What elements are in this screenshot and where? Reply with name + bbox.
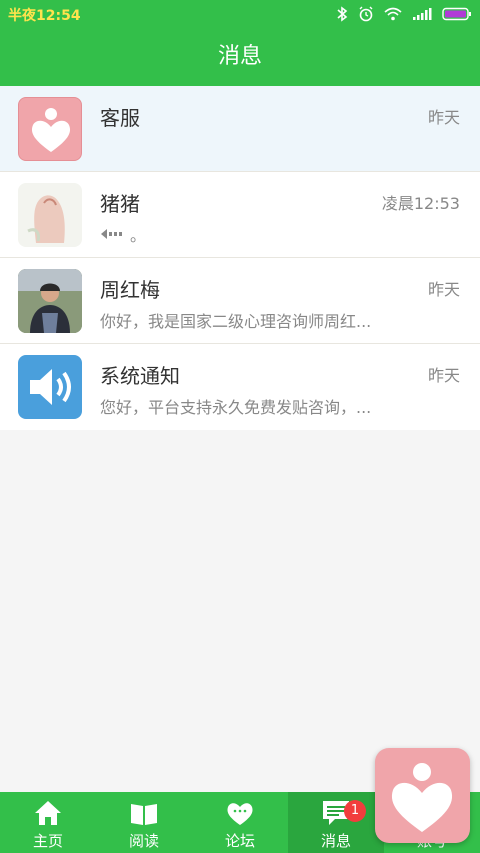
home-icon — [35, 801, 61, 825]
heart-logo-icon — [18, 97, 82, 161]
sketch-avatar — [18, 183, 82, 247]
message-name: 系统通知 — [100, 364, 180, 388]
message-item-kefu[interactable]: 客服 昨天 — [0, 86, 480, 172]
message-item-system[interactable]: 系统通知 昨天 您好，平台支持永久免费发贴咨询，... — [0, 344, 480, 430]
alarm-icon — [359, 6, 373, 22]
message-time: 昨天 — [427, 108, 460, 127]
message-item-zhuzhu[interactable]: 猪猪 凌晨12:53 。 — [0, 172, 480, 258]
message-name: 周红梅 — [100, 278, 160, 302]
message-name: 猪猪 — [100, 192, 140, 216]
tab-label: 消息 — [320, 832, 351, 850]
message-list: 客服 昨天 猪猪 凌晨12:53 。 周红梅 昨天 你好，我是国家二级心理咨询师… — [0, 86, 480, 430]
speaker-icon — [18, 355, 82, 419]
page-title: 消息 — [0, 28, 480, 86]
wifi-icon — [384, 7, 402, 21]
tab-label: 主页 — [32, 832, 63, 850]
status-icons — [336, 4, 472, 24]
signal-icon — [413, 8, 432, 20]
book-icon — [131, 804, 157, 825]
tab-read[interactable]: 阅读 — [96, 792, 192, 853]
voice-message-icon — [101, 229, 122, 239]
unread-badge: 1 — [344, 800, 366, 822]
tab-label: 论坛 — [224, 832, 255, 850]
floating-logo-button[interactable] — [375, 748, 470, 843]
tab-messages[interactable]: 1 消息 — [288, 792, 384, 853]
battery-icon — [442, 7, 471, 21]
message-item-zhouhongmei[interactable]: 周红梅 昨天 你好，我是国家二级心理咨询师周红... — [0, 258, 480, 344]
message-time: 昨天 — [427, 280, 460, 299]
message-preview: 。 — [100, 222, 410, 246]
photo-avatar — [18, 269, 82, 333]
forum-heart-icon — [227, 803, 253, 825]
status-time: 半夜12:54 — [8, 8, 81, 24]
message-preview-text: 。 — [130, 226, 147, 245]
bluetooth-icon — [337, 6, 348, 22]
tab-label: 阅读 — [128, 832, 159, 850]
message-time: 凌晨12:53 — [381, 194, 460, 213]
message-time: 昨天 — [427, 366, 460, 385]
message-name: 客服 — [100, 106, 140, 130]
tab-forum[interactable]: 论坛 — [192, 792, 288, 853]
message-preview: 你好，我是国家二级心理咨询师周红... — [100, 312, 372, 331]
message-preview: 您好，平台支持永久免费发贴咨询，... — [100, 398, 372, 417]
heart-logo-icon — [391, 763, 453, 832]
status-bar: 半夜12:54 — [0, 0, 480, 28]
tab-home[interactable]: 主页 — [0, 792, 96, 853]
